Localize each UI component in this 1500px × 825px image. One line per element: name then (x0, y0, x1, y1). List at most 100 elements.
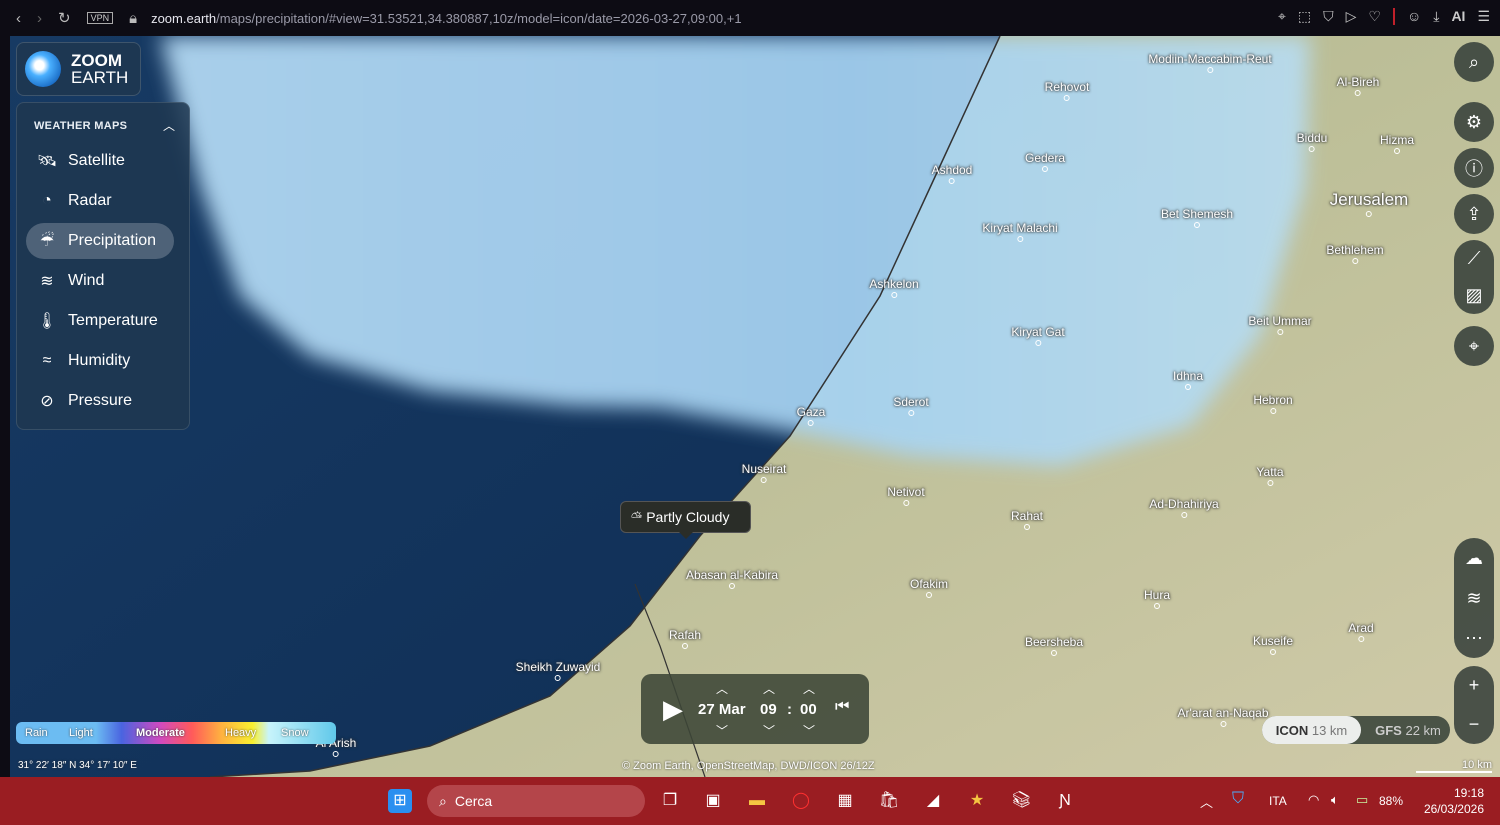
place-label[interactable]: Ashdod (932, 163, 973, 184)
date-down-icon[interactable]: ﹀ (716, 722, 728, 739)
wifi-icon[interactable]: ◠ (1308, 792, 1319, 808)
share-button[interactable]: ⇪ (1454, 194, 1494, 234)
place-label[interactable]: Nuseirat (742, 462, 787, 483)
tray-chevron-icon[interactable]: ︿ (1200, 792, 1213, 811)
zoom-out-icon[interactable]: − (1469, 714, 1480, 735)
vpn-badge[interactable]: VPN (86, 12, 114, 24)
place-label[interactable]: Bethlehem (1326, 243, 1383, 264)
start-icon[interactable]: ⊞ (388, 789, 412, 813)
place-label[interactable]: Ad-Dhahiriya (1149, 497, 1218, 518)
date-up-icon[interactable]: ︿ (716, 680, 728, 697)
play-icon[interactable]: ▷ (1346, 8, 1357, 25)
settings-button[interactable]: ⚙ (1454, 102, 1494, 142)
place-label[interactable]: Ar'arat an-Naqab (1177, 706, 1268, 727)
cloud-icon[interactable]: ☁ (1465, 548, 1483, 569)
place-label[interactable]: Kuseife (1253, 634, 1293, 655)
reload-icon[interactable]: ↻ (58, 9, 71, 27)
place-label[interactable]: Jerusalem (1330, 190, 1408, 217)
place-label[interactable]: Rahat (1011, 509, 1043, 530)
task-view-icon[interactable]: ❐ (658, 789, 682, 813)
place-label[interactable]: Hura (1144, 588, 1170, 609)
place-label[interactable]: Abasan al-Kabira (686, 568, 778, 589)
place-label[interactable]: Biddu (1297, 131, 1328, 152)
menu-item-temperature[interactable]: 🌡︎ Temperature (26, 303, 174, 339)
menu-item-precipitation[interactable]: ☔︎ Precipitation (26, 223, 174, 259)
place-label[interactable]: Sheikh Zuwayid (516, 660, 601, 681)
download-icon[interactable]: ⤓ (1433, 8, 1439, 25)
place-label[interactable]: Al-Bireh (1337, 75, 1380, 96)
place-label[interactable]: Ofakim (910, 577, 948, 598)
screenshot-icon[interactable]: ⬚ (1298, 8, 1311, 25)
menu-item-radar[interactable]: ◔ Radar (26, 183, 174, 219)
place-label[interactable]: Gedera (1025, 151, 1065, 172)
pin-icon[interactable]: ⌖ (1278, 8, 1286, 25)
weather-app-icon[interactable]: ▣ (701, 789, 725, 813)
zoom-in-icon[interactable]: + (1469, 675, 1480, 696)
n-app-icon[interactable]: Ɲ (1053, 789, 1077, 813)
back-icon[interactable]: ‹ (16, 10, 21, 27)
opera-icon[interactable]: ◯ (789, 789, 813, 813)
address-bar[interactable]: zoom.earth/maps/precipitation/#view=31.5… (151, 11, 742, 26)
account-icon[interactable]: ☺ (1407, 8, 1421, 25)
minute-down-icon[interactable]: ﹀ (803, 722, 815, 739)
place-label[interactable]: Modiin-Maccabim-Reut (1148, 52, 1271, 73)
place-label[interactable]: Netivot (887, 485, 924, 506)
place-label[interactable]: Idhna (1173, 369, 1203, 390)
place-label[interactable]: Kiryat Gat (1011, 325, 1064, 346)
minute-value[interactable]: 00 (800, 701, 817, 718)
star-app-icon[interactable]: ★ (965, 789, 989, 813)
more-icon[interactable]: ⋯ (1465, 628, 1483, 649)
date-value[interactable]: 27 Mar (698, 701, 746, 718)
forward-icon[interactable]: › (37, 10, 42, 27)
hour-value[interactable]: 09 (760, 701, 777, 718)
taskbar-search[interactable]: ⌕ Cerca (427, 785, 645, 817)
menu-item-humidity[interactable]: ≈ Humidity (26, 343, 174, 379)
measure-distance-icon[interactable]: ⟋ (1468, 248, 1481, 269)
place-label[interactable]: Hebron (1253, 393, 1292, 414)
place-label[interactable]: Rafah (669, 628, 701, 649)
place-label[interactable]: Yatta (1256, 465, 1283, 486)
menu-item-wind[interactable]: ≋ Wind (26, 263, 174, 299)
wind-layer-icon[interactable]: ≋ (1466, 588, 1481, 609)
place-label[interactable]: Kiryat Malachi (982, 221, 1057, 242)
file-explorer-icon[interactable]: ▬ (745, 789, 769, 813)
hour-down-icon[interactable]: ﹀ (763, 722, 775, 739)
locate-button[interactable]: ⌖ (1454, 326, 1494, 366)
menu-item-satellite[interactable]: 🛰︎ Satellite (26, 143, 174, 179)
heart-icon[interactable]: ♡ (1368, 8, 1381, 25)
play-button[interactable]: ▶ (663, 694, 683, 725)
calculator-icon[interactable]: ▦ (833, 789, 857, 813)
battery-icon[interactable]: ▭ (1356, 792, 1368, 808)
model-gfs-button[interactable]: GFS 22 km (1366, 716, 1450, 744)
place-label[interactable]: Beit Ummar (1248, 314, 1311, 335)
menu-item-pressure[interactable]: ⊘ Pressure (26, 383, 174, 419)
menu-icon[interactable]: ☰ (1477, 8, 1490, 25)
chevron-up-icon[interactable]: ︿ (163, 117, 175, 134)
security-icon[interactable]: ⛉ (1232, 790, 1244, 808)
place-label[interactable]: Bet Shemesh (1161, 207, 1233, 228)
search-button[interactable]: ⌕ (1454, 42, 1494, 82)
volume-icon[interactable]: 🔈︎ (1331, 792, 1339, 808)
lock-icon[interactable]: 🔒︎ (129, 10, 137, 27)
place-label[interactable]: Ashkelon (869, 277, 918, 298)
book-app-icon[interactable]: 📚︎ (1009, 789, 1033, 813)
place-label[interactable]: Sderot (893, 395, 928, 416)
measure-area-icon[interactable]: ▨ (1465, 285, 1482, 306)
app-icon[interactable]: ◢ (921, 789, 945, 813)
attribution[interactable]: © Zoom Earth, OpenStreetMap, DWD/ICON 26… (622, 760, 875, 772)
minute-up-icon[interactable]: ︿ (803, 680, 815, 697)
place-label[interactable]: Hizma (1380, 133, 1414, 154)
language-indicator[interactable]: ITA (1269, 794, 1287, 808)
info-button[interactable]: ⓘ (1454, 148, 1494, 188)
store-icon[interactable]: 🛍︎ (877, 789, 901, 813)
place-label[interactable]: Rehovot (1045, 80, 1090, 101)
hour-up-icon[interactable]: ︿ (763, 680, 775, 697)
skip-to-now-icon[interactable]: ⏮︎ (835, 698, 849, 716)
ai-button[interactable]: AI (1451, 8, 1465, 25)
shield-icon[interactable]: ⛉ (1323, 8, 1334, 25)
place-label[interactable]: Arad (1348, 621, 1373, 642)
clock[interactable]: 19:18 26/03/2026 (1424, 785, 1484, 817)
model-icon-button[interactable]: ICON 13 km (1262, 716, 1361, 744)
zoom-earth-logo[interactable]: ZOOM EARTH (16, 42, 141, 96)
place-label[interactable]: Beersheba (1025, 635, 1083, 656)
